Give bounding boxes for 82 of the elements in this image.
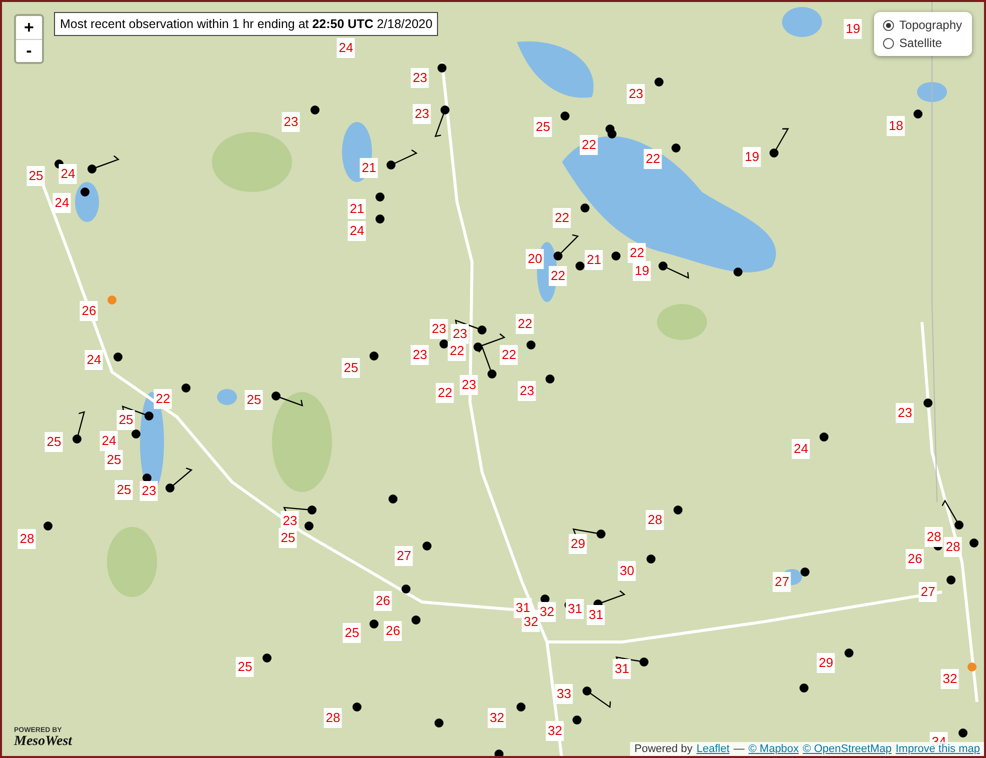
temperature-label: 25 <box>342 358 360 378</box>
temperature-label: 22 <box>552 208 572 228</box>
temperature-label: 29 <box>568 534 588 554</box>
temperature-label: 24 <box>58 164 78 184</box>
temperature-label: 32 <box>538 602 556 622</box>
temperature-label: 32 <box>522 612 540 632</box>
temperature-label: 24 <box>52 193 72 213</box>
temperature-label: 31 <box>612 659 632 679</box>
temperature-label: 25 <box>116 410 136 430</box>
temperature-label: 26 <box>906 549 924 569</box>
temperature-label: 27 <box>772 572 792 592</box>
temperature-label: 24 <box>348 221 366 241</box>
temperature-label: 22 <box>644 149 662 169</box>
radio-button[interactable] <box>883 20 894 30</box>
temperature-label: 22 <box>628 243 646 263</box>
temperature-label: 25 <box>104 450 124 470</box>
temperature-label: 26 <box>374 591 392 611</box>
temperature-label: 21 <box>348 199 366 219</box>
layer-label[interactable]: Satellite <box>899 36 942 50</box>
logo-wordmark: MesoWest <box>14 734 72 750</box>
temperature-label: 31 <box>586 605 606 625</box>
temperature-label: 24 <box>336 38 356 58</box>
temperature-label: 25 <box>534 117 552 137</box>
temperature-label: 23 <box>518 381 536 401</box>
radio-button[interactable] <box>883 38 894 48</box>
attribution-link[interactable]: Leaflet <box>696 743 730 755</box>
attribution-text: Powered by <box>634 743 692 755</box>
temperature-label: 28 <box>324 708 342 728</box>
attribution-text: — <box>734 743 744 755</box>
temperature-label: 23 <box>140 481 158 501</box>
temperature-label: 19 <box>844 19 862 39</box>
temperature-label: 32 <box>940 669 960 689</box>
temperature-label: 23 <box>412 104 432 124</box>
temperature-label: 25 <box>236 657 254 677</box>
temperature-label: 22 <box>154 389 172 409</box>
temperature-label: 23 <box>430 319 448 339</box>
temperature-label: 24 <box>84 350 104 370</box>
temperature-label: 25 <box>244 390 264 410</box>
attribution-link[interactable]: © Mapbox <box>748 743 799 755</box>
observation-caption: Most recent observation within 1 hr ending at 22:50 UTC 2/18/2020 <box>54 12 438 36</box>
temperature-label: 29 <box>816 653 836 673</box>
temperature-label: 22 <box>500 345 518 365</box>
temperature-label: 22 <box>548 266 568 286</box>
temperature-label: 21 <box>360 158 378 178</box>
temperature-label: 26 <box>80 301 98 321</box>
temperature-label: 28 <box>18 529 36 549</box>
temperature-label: 19 <box>632 261 652 281</box>
temperature-label: 23 <box>410 68 430 88</box>
layer-label[interactable]: Topography <box>899 18 962 32</box>
temperature-label: 25 <box>26 166 46 186</box>
attribution-link[interactable]: © OpenStreetMap <box>802 743 892 755</box>
temperature-label: 23 <box>282 112 300 132</box>
temperature-label: 21 <box>584 250 604 270</box>
temperature-label: 27 <box>394 546 414 566</box>
zoom-out-button[interactable]: - <box>16 39 42 62</box>
temperature-label: 25 <box>342 623 362 643</box>
temperature-label: 27 <box>918 582 938 602</box>
temperature-label: 30 <box>618 561 636 581</box>
temperature-label: 28 <box>944 537 962 557</box>
temperature-label: 18 <box>886 116 906 136</box>
temperature-label: 32 <box>488 708 506 728</box>
temperature-label: 20 <box>526 249 544 269</box>
zoom-in-button[interactable]: + <box>16 16 42 39</box>
temperature-label: 22 <box>516 314 534 334</box>
temperature-label: 25 <box>44 432 64 452</box>
temperature-label: 23 <box>410 345 430 365</box>
temperature-label: 19 <box>742 147 762 167</box>
temperature-label: 23 <box>896 403 914 423</box>
temperature-label: 24 <box>792 439 810 459</box>
temperature-label: 22 <box>436 383 454 403</box>
temperature-label: 32 <box>546 721 564 741</box>
temperature-label: 22 <box>448 341 466 361</box>
temperature-label: 24 <box>100 431 118 451</box>
temperature-label: 26 <box>384 621 402 641</box>
temperature-label: 28 <box>924 527 944 547</box>
temperature-label: 23 <box>460 375 478 395</box>
temperature-label: 33 <box>554 684 574 704</box>
temperature-label: 22 <box>580 135 598 155</box>
temperature-label: 23 <box>626 84 646 104</box>
temperature-label: 25 <box>278 528 298 548</box>
temperature-label: 28 <box>646 510 664 530</box>
temperature-label: 25 <box>114 480 134 500</box>
